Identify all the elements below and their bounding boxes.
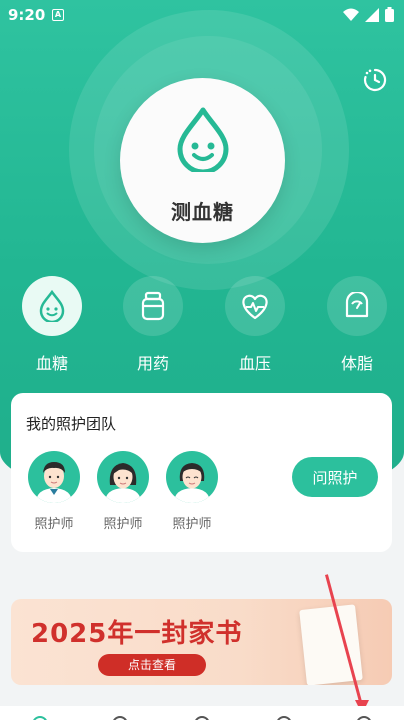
female-caregiver-avatar — [97, 451, 149, 503]
bottom-navigation — [0, 706, 404, 720]
battery-icon — [385, 7, 394, 22]
nav-home-icon[interactable] — [32, 716, 48, 720]
measure-glucose-button[interactable]: 测血糖 — [120, 78, 285, 243]
care-team-card: 我的照护团队 照护师 照护师 照护师 问照护 — [11, 393, 392, 552]
caregiver-2[interactable]: 照护师 — [93, 451, 153, 532]
nav-records-icon[interactable] — [112, 716, 128, 720]
category-label: 体脂 — [340, 354, 373, 373]
female-caregiver-avatar — [166, 451, 218, 503]
category-blood-glucose[interactable]: 血糖 — [12, 276, 92, 374]
caregiver-1[interactable]: 照护师 — [24, 451, 84, 532]
category-body-fat[interactable]: 体脂 — [317, 276, 397, 374]
category-label: 血糖 — [35, 354, 68, 373]
category-label: 血压 — [238, 354, 271, 373]
caregiver-name: 照护师 — [103, 517, 143, 532]
team-title: 我的照护团队 — [26, 415, 117, 433]
category-label: 用药 — [136, 354, 169, 373]
nav-mall-icon[interactable] — [276, 716, 292, 720]
drop-face-icon — [177, 107, 229, 172]
nav-service-icon[interactable] — [194, 716, 210, 720]
heart-pulse-icon — [242, 294, 268, 320]
notification-a-icon: A — [52, 9, 64, 21]
measure-label: 测血糖 — [171, 200, 234, 224]
male-caregiver-avatar — [28, 451, 80, 503]
banner-title: 2025年一封家书 — [31, 619, 243, 649]
category-blood-pressure[interactable]: 血压 — [215, 276, 295, 374]
nav-profile-icon[interactable] — [356, 716, 372, 720]
signal-icon — [365, 7, 379, 22]
banner-view-button[interactable]: 点击查看 — [98, 654, 206, 676]
wifi-icon — [343, 8, 359, 21]
status-time: 9:20 — [8, 6, 46, 24]
caregiver-3[interactable]: 照护师 — [162, 451, 222, 532]
caregiver-name: 照护师 — [34, 517, 74, 532]
status-bar: 9:20 A — [0, 0, 404, 30]
history-clock-icon[interactable] — [362, 67, 388, 93]
ask-caregiver-button[interactable]: 问照护 — [292, 457, 378, 497]
medicine-bottle-icon — [141, 291, 165, 321]
scale-icon — [345, 292, 369, 318]
status-icons — [343, 7, 394, 22]
category-medication[interactable]: 用药 — [113, 276, 193, 374]
caregiver-name: 照护师 — [172, 517, 212, 532]
drop-face-icon — [39, 290, 65, 322]
